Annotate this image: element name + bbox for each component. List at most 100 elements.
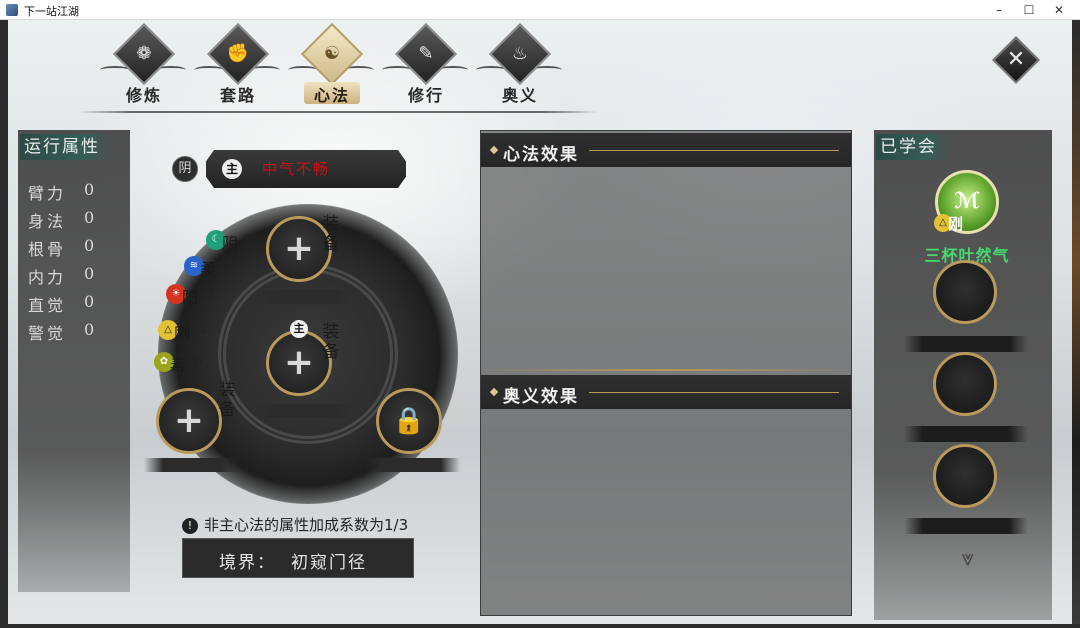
tab-label: 修行 [407,86,444,105]
equip-slot-left[interactable]: + [156,388,222,454]
attribute-row: 臂力 0 [28,180,118,204]
element-name: 刚 [174,324,191,343]
element-value: 0 [206,287,215,302]
attribute-value: 0 [84,236,95,255]
gang-badge-text: 刚 [948,215,964,233]
tab-taolu[interactable]: ✊ 套路 [194,22,280,108]
flame-icon: ♨ [511,43,529,64]
element-gang: △ 刚 0 [158,320,218,343]
learned-name-bar [904,518,1028,534]
element-yang: ☀ 阳 0 [166,284,226,307]
close-icon: ✕ [1006,47,1026,72]
coefficient-note: ! 非主心法的属性加成系数为1/3 [182,514,408,534]
header-rule [589,392,839,393]
diamond-bullet-icon [489,145,499,155]
aoyi-effects-header: 奥义效果 [481,375,851,409]
slot-name-bar [144,458,240,472]
game-canvas: ❁ 修炼 ✊ 套路 ☯ 心法 ✎ 修行 ♨ 奥义 ✕ 运行属性 臂力 0 身法 … [8,20,1072,624]
right-edge [1072,20,1080,624]
main-xinfa-name: 中气不畅 [262,160,331,178]
effects-panel: 心法效果 奥义效果 [480,130,852,616]
diamond-bullet-icon [489,387,499,397]
element-du: ✿ 毒 0 [154,352,214,375]
learned-slot-3[interactable] [933,352,997,416]
tab-underline [78,111,598,113]
element-yin: ☾ 阴 0 [206,230,266,253]
learned-slot-2[interactable] [933,260,997,324]
learned-title: 已学会 [876,134,951,160]
window-close-button[interactable]: ✕ [1042,0,1076,20]
learned-name-bar [904,426,1028,442]
tab-aoyi[interactable]: ♨ 奥义 [476,22,562,108]
attributes-title: 运行属性 [20,134,114,160]
element-value: 0 [224,259,233,274]
learned-name-bar [904,336,1028,352]
aoyi-effects-title: 奥义效果 [503,387,579,407]
slot-name-bar [364,458,460,472]
attribute-row: 身法 0 [28,208,118,232]
header-rule [589,150,839,151]
learned-slot-4[interactable] [933,444,997,508]
attribute-row: 内力 0 [28,264,118,288]
main-slot-badge: 主 [290,320,308,338]
attribute-row: 根骨 0 [28,236,118,260]
attribute-row: 警觉 0 [28,320,118,344]
fist-icon: ✊ [226,43,250,64]
tab-xiuxing[interactable]: ✎ 修行 [382,22,468,108]
note-text: 非主心法的属性加成系数为1/3 [204,516,409,534]
attribute-name: 内力 [28,268,67,287]
lock-icon: 🔒 [392,406,426,436]
info-icon: ! [182,518,198,534]
attribute-value: 0 [84,180,95,199]
realm-box: 境界： 初窥门径 [182,538,414,578]
element-name: 阴 [222,234,239,253]
attribute-value: 0 [84,320,95,339]
minimize-button[interactable]: – [982,0,1016,20]
equip-label-top: 装备 [322,214,340,254]
attribute-name: 警觉 [28,324,67,343]
slot-name-bar [256,290,352,304]
title-bar: 下一站江湖 – ☐ ✕ [0,0,1080,20]
bottom-edge [0,624,1080,628]
attribute-name: 直觉 [28,296,67,315]
realm-label: 境界： [219,553,276,573]
tab-xinfa[interactable]: ☯ 心法 [288,22,374,108]
tab-label: 奥义 [501,86,538,105]
element-name: 柔 [200,260,217,279]
left-edge [0,20,8,624]
game-window: 下一站江湖 – ☐ ✕ ❁ 修炼 ✊ 套路 ☯ 心法 ✎ 修行 ♨ 奥义 ✕ 运… [0,0,1080,628]
main-xinfa-bar[interactable]: 主 中气不畅 [206,150,406,188]
element-rou: ≋ 柔 0 [184,256,244,279]
element-value: 0 [246,233,255,248]
scroll-icon: ✎ [418,43,434,64]
attribute-value: 0 [84,292,95,311]
plus-icon: + [173,400,205,441]
tab-label: 修炼 [125,86,162,105]
equip-label-left: 装备 [218,380,236,420]
element-name: 毒 [170,356,187,375]
equip-label-main: 装备 [322,322,340,362]
tab-xiulian[interactable]: ❁ 修炼 [100,22,186,108]
tab-label: 心法 [304,82,360,105]
xinfa-effects-header: 心法效果 [481,133,851,167]
locked-slot[interactable]: 🔒 [376,388,442,454]
scroll-down-chevron-icon[interactable]: ⩔ [948,546,988,572]
maximize-button[interactable]: ☐ [1012,0,1046,20]
main-badge: 主 [222,159,242,179]
window-title: 下一站江湖 [24,5,79,18]
attribute-value: 0 [84,264,95,283]
attribute-name: 根骨 [28,240,67,259]
lotus-icon: ❁ [136,43,152,64]
effects-divider [481,369,851,371]
realm-value: 初窥门径 [291,553,367,573]
attribute-name: 臂力 [28,184,67,203]
slot-name-bar [256,404,352,418]
close-panel-button[interactable]: ✕ [991,35,1041,85]
element-value: 0 [194,355,203,370]
element-name: 阳 [182,288,199,307]
attribute-row: 直觉 0 [28,292,118,316]
tab-bar: ❁ 修炼 ✊ 套路 ☯ 心法 ✎ 修行 ♨ 奥义 [100,22,580,108]
yinyang-icon: ☯ [323,43,341,64]
element-value: 0 [198,323,207,338]
yin-badge: 阴 [172,156,198,182]
